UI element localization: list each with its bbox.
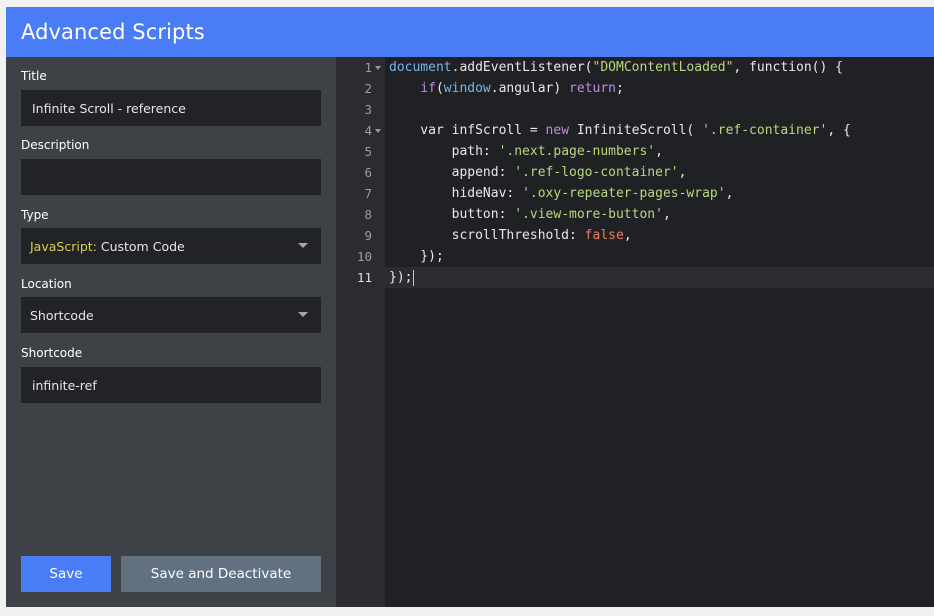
line-number: 1 — [364, 60, 372, 75]
code-text: }); — [389, 246, 444, 267]
shortcode-value: infinite-ref — [32, 377, 97, 393]
code-token: , — [655, 144, 663, 159]
code-token: false — [584, 228, 624, 243]
code-line[interactable]: 7 hideNav: '.oxy-repeater-pages-wrap', — [336, 183, 934, 204]
fold-arrow-icon[interactable] — [375, 66, 381, 70]
code-token: , function() { — [733, 60, 843, 75]
line-number: 5 — [364, 144, 372, 159]
line-number: 3 — [364, 102, 372, 117]
code-token: .addEventListener( — [451, 60, 593, 75]
code-token: append: — [389, 165, 515, 180]
code-text: scrollThreshold: false, — [389, 225, 632, 246]
script-settings-panel: Title Infinite Scroll - reference Descri… — [6, 57, 336, 607]
code-line[interactable]: 6 append: '.ref-logo-container', — [336, 162, 934, 183]
code-line[interactable]: 9 scrollThreshold: false, — [336, 225, 934, 246]
save-and-deactivate-button[interactable]: Save and Deactivate — [121, 556, 321, 592]
code-token: document — [389, 60, 452, 75]
code-line[interactable]: 2 if(window.angular) return; — [336, 78, 934, 99]
save-button[interactable]: Save — [21, 556, 111, 592]
code-token: window — [443, 81, 491, 96]
code-token: '.view-more-button' — [514, 207, 663, 222]
code-line[interactable]: 1 document.addEventListener("DOMContentLo… — [336, 57, 934, 78]
location-label: Location — [21, 277, 72, 291]
code-token: , — [725, 186, 734, 201]
code-text: hideNav: '.oxy-repeater-pages-wrap', — [389, 183, 734, 204]
title-value: Infinite Scroll - reference — [32, 100, 186, 116]
line-number: 2 — [364, 81, 372, 96]
line-number: 7 — [364, 186, 372, 201]
code-text: path: '.next.page-numbers', — [389, 141, 663, 162]
code-lines[interactable]: 1 document.addEventListener("DOMContentLo… — [336, 57, 934, 288]
fold-arrow-icon[interactable] — [375, 129, 381, 133]
code-text: }); — [389, 267, 415, 288]
chevron-down-icon — [298, 312, 308, 317]
code-token: var infScroll = — [389, 123, 546, 138]
code-line[interactable]: 11}); — [336, 267, 934, 288]
code-line[interactable]: 3 — [336, 99, 934, 120]
title-input[interactable]: Infinite Scroll - reference — [21, 90, 321, 126]
app-header: Advanced Scripts — [6, 7, 934, 57]
code-token: InfiniteScroll( — [569, 123, 703, 138]
line-number: 11 — [356, 270, 372, 285]
code-token: }); — [389, 249, 444, 264]
code-token: scrollThreshold: — [389, 228, 585, 243]
code-token: , — [678, 165, 687, 180]
code-text: var infScroll = new InfiniteScroll( '.re… — [389, 120, 851, 141]
code-text: document.addEventListener("DOMContentLoa… — [389, 57, 843, 78]
location-value: Shortcode — [30, 307, 94, 323]
code-token: return — [569, 81, 617, 96]
code-token: button: — [389, 207, 515, 222]
code-token: path: — [389, 144, 499, 159]
code-text: button: '.view-more-button', — [389, 204, 671, 225]
code-token: "DOMContentLoaded" — [592, 60, 734, 75]
app-title: Advanced Scripts — [21, 20, 205, 44]
line-number: 10 — [356, 249, 372, 264]
code-text: if(window.angular) return; — [389, 78, 624, 99]
code-token: .angular) — [490, 81, 570, 96]
shortcode-label: Shortcode — [21, 346, 83, 360]
code-line[interactable]: 10 }); — [336, 246, 934, 267]
code-token: , { — [827, 123, 851, 138]
type-value: Custom Code — [96, 238, 185, 254]
code-token: , — [662, 207, 671, 222]
title-label: Title — [21, 69, 47, 83]
type-language: JavaScript: — [30, 238, 97, 254]
line-number: 4 — [364, 123, 372, 138]
line-number: 8 — [364, 207, 372, 222]
code-token: }); — [389, 270, 413, 285]
code-line[interactable]: 5 path: '.next.page-numbers', — [336, 141, 934, 162]
location-select[interactable]: Shortcode — [21, 297, 321, 333]
type-label: Type — [21, 208, 49, 222]
code-token: '.ref-logo-container' — [514, 165, 679, 180]
type-select[interactable]: JavaScript: Custom Code — [21, 228, 321, 264]
code-editor[interactable]: 1 document.addEventListener("DOMContentLo… — [336, 57, 934, 607]
code-token: hideNav: — [389, 186, 523, 201]
line-number: 6 — [364, 165, 372, 180]
description-input[interactable] — [21, 159, 321, 195]
shortcode-input[interactable]: infinite-ref — [21, 367, 321, 403]
chevron-down-icon — [298, 243, 308, 248]
code-line[interactable]: 8 button: '.view-more-button', — [336, 204, 934, 225]
code-text: append: '.ref-logo-container', — [389, 162, 687, 183]
code-token: if — [420, 81, 436, 96]
code-token: , — [623, 228, 632, 243]
description-label: Description — [21, 138, 90, 152]
code-token: ; — [616, 81, 624, 96]
code-token: '.next.page-numbers' — [498, 144, 656, 159]
text-cursor — [413, 269, 415, 286]
code-line[interactable]: 4 var infScroll = new InfiniteScroll( '.… — [336, 120, 934, 141]
advanced-scripts-app: Advanced Scripts Title Infinite Scroll -… — [6, 7, 934, 607]
code-token: '.oxy-repeater-pages-wrap' — [522, 186, 726, 201]
code-token: new — [545, 123, 570, 138]
code-token: '.ref-container' — [702, 123, 828, 138]
code-token: ( — [435, 81, 444, 96]
line-number: 9 — [364, 228, 372, 243]
